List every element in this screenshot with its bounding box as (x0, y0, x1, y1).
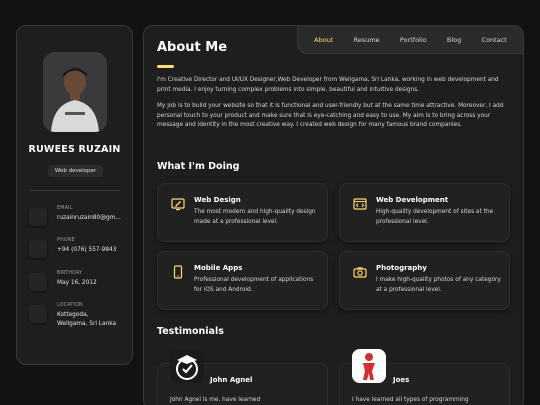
contact-birthday-value: May 16, 2012 (57, 280, 97, 286)
navbar: About Resume Portfolio Blog Contact (297, 26, 523, 54)
service-title: Web Design (194, 196, 241, 204)
contact-email-label: EMAIL (57, 206, 73, 211)
contact-birthday-label: BIRTHDAY (57, 271, 83, 276)
mail-icon (29, 208, 47, 226)
testimonials-title: Testimonials (157, 326, 224, 337)
graduate-icon (170, 349, 204, 383)
service-title: Photography (376, 264, 427, 272)
service-card-web-development: Web Development High-quality development… (339, 183, 510, 242)
calendar-icon (29, 273, 47, 291)
service-card-mobile-apps: Mobile Apps Professional development of … (157, 251, 328, 310)
contact-location-line2: Weligama, Sri Lanka (57, 320, 117, 327)
avatar-photo (43, 52, 107, 132)
sidebar-divider (29, 190, 120, 191)
nav-contact[interactable]: Contact (482, 36, 507, 44)
nav-resume[interactable]: Resume (354, 36, 380, 44)
service-title: Mobile Apps (194, 264, 243, 272)
contact-email-value[interactable]: ruzainruzain80@gm... (57, 214, 132, 223)
sidebar: RUWEES RUZAIN Web developer EMAIL ruzain… (16, 25, 133, 365)
phone-icon (29, 240, 47, 258)
profile-name: RUWEES RUZAIN (28, 144, 121, 155)
mobile-icon (173, 265, 183, 279)
service-card-photography: Photography I make high-quality photos o… (339, 251, 510, 310)
service-desc: The most modern and high-quality design … (194, 209, 316, 225)
about-paragraph-1: I'm Creative Director and UI/UX Designer… (157, 77, 499, 93)
main-content: About Resume Portfolio Blog Contact Abou… (143, 25, 524, 405)
testimonial-name: John Agnel (210, 376, 253, 384)
nav-portfolio[interactable]: Portfolio (400, 36, 427, 44)
contact-phone-label: PHONE (57, 238, 75, 243)
services-title: What I'm Doing (157, 161, 240, 172)
person-icon (352, 349, 386, 383)
testimonial-avatar (170, 349, 204, 383)
contact-phone-value[interactable]: +94 (076) 557-9843 (57, 246, 132, 255)
profile-role-badge: Web developer (48, 165, 103, 177)
portfolio-page: RUWEES RUZAIN Web developer EMAIL ruzain… (0, 0, 540, 405)
service-desc: I make high-quality photos of any catego… (376, 277, 501, 293)
location-icon (29, 305, 47, 323)
title-underline (157, 65, 174, 68)
service-title: Web Development (376, 196, 449, 204)
service-desc: High-quality development of sites at the… (376, 209, 494, 225)
testimonial-avatar (352, 349, 386, 383)
contact-location-line1: Kottegoda, (57, 312, 89, 318)
contact-location-label: LOCATION (57, 303, 83, 308)
testimonial-name: Joes (393, 376, 410, 384)
code-icon (353, 198, 367, 210)
avatar (43, 52, 107, 132)
contact-location-value: Kottegoda, Weligama, Sri Lanka (57, 311, 132, 328)
page-title: About Me (157, 40, 228, 55)
service-card-web-design: Web Design The most modern and high-qual… (157, 183, 328, 242)
testimonial-text: I have learned all types of programming (352, 397, 469, 403)
design-icon (171, 198, 185, 211)
service-desc: Professional development of applications… (194, 277, 314, 293)
nav-blog[interactable]: Blog (447, 36, 461, 44)
about-paragraph-2: My job is to build your website so that … (157, 103, 504, 128)
camera-icon (353, 267, 367, 278)
nav-about[interactable]: About (314, 36, 333, 44)
testimonial-text: John Agnel is me. have learned (170, 397, 261, 403)
